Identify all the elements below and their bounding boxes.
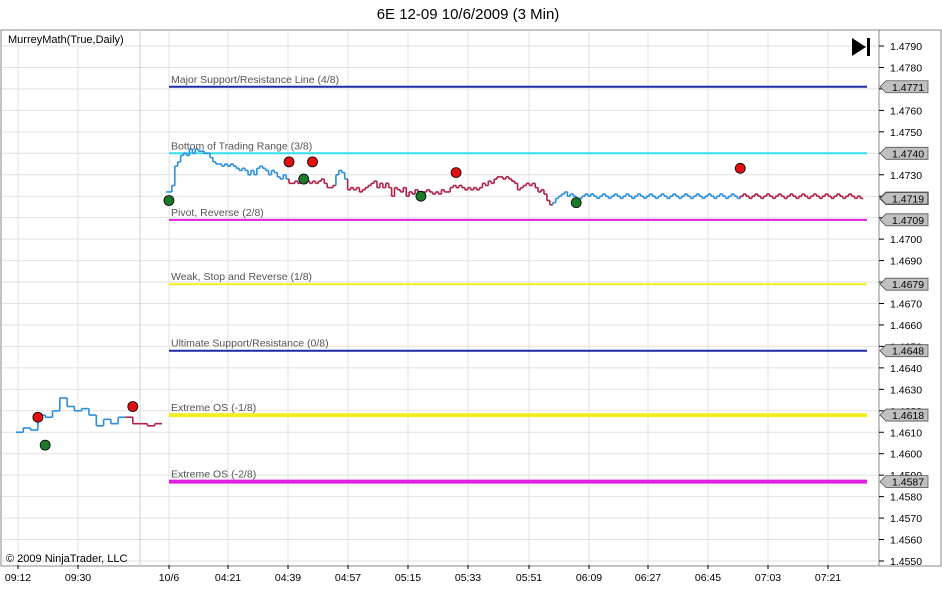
level-label: Pivot, Reverse (2/8) [171,207,264,219]
buy-signal-marker [39,439,51,451]
y-tick-label: 1.4790 [890,41,922,53]
x-tick-label: 06:45 [695,572,721,584]
sell-signal-marker [307,156,318,168]
x-tick-label: 06:27 [635,572,661,584]
y-tick-label: 1.4580 [890,492,922,504]
x-tick-label: 04:21 [215,572,241,584]
y-tick-label: 1.4750 [890,127,922,139]
x-tick-label: 07:21 [815,572,841,584]
chart-window: 6E 12-09 10/6/2009 (3 Min) Major Support… [0,0,942,608]
level-label: Weak, Stop and Reverse (1/8) [171,271,312,283]
buy-signal-marker [570,197,582,209]
x-tick-label: 09:30 [65,572,91,584]
price-tag-label: 1.4771 [892,82,924,94]
y-tick-label: 1.4700 [890,234,922,246]
buy-signal-marker [415,190,427,202]
price-tag-label: 1.4648 [892,346,924,358]
y-tick-label: 1.4550 [890,556,922,568]
x-tick-label: 04:57 [335,572,361,584]
price-tag-label: 1.4719 [892,193,924,205]
y-tick-label: 1.4570 [890,513,922,525]
level-label: Major Support/Resistance Line (4/8) [171,74,339,86]
y-tick-label: 1.4780 [890,62,922,74]
sell-signal-marker [450,167,462,179]
y-tick-label: 1.4690 [890,256,922,268]
x-tick-label: 10/6 [159,572,180,584]
level-label: Extreme OS (-1/8) [171,402,256,414]
y-tick-label: 1.4640 [890,363,922,375]
sell-signal-marker [283,156,295,168]
y-tick-label: 1.4730 [890,170,922,182]
chart-title: 6E 12-09 10/6/2009 (3 Min) [377,6,560,23]
x-tick-label: 05:33 [455,572,481,584]
y-tick-label: 1.4610 [890,427,922,439]
y-tick-label: 1.4660 [890,320,922,332]
y-tick-label: 1.4670 [890,299,922,311]
level-label: Ultimate Support/Resistance (0/8) [171,338,329,350]
go-to-end-icon[interactable] [848,36,874,58]
price-tag-label: 1.4709 [892,215,924,227]
y-tick-label: 1.4760 [890,105,922,117]
sell-signal-marker [32,411,44,423]
sell-signal-marker [127,401,139,412]
x-tick-label: 05:15 [395,572,421,584]
y-tick-label: 1.4560 [890,535,922,547]
price-tag-label: 1.4679 [892,279,924,291]
x-tick-label: 04:39 [275,572,301,584]
chart-svg: 6E 12-09 10/6/2009 (3 Min) Major Support… [0,0,942,608]
buy-signal-marker [298,173,310,185]
price-tag-label: 1.4587 [892,477,924,489]
price-tag-label: 1.4740 [892,148,924,160]
copyright-text: © 2009 NinjaTrader, LLC [6,553,127,565]
price-tag-label: 1.4618 [892,410,924,422]
y-tick-label: 1.4630 [890,384,922,396]
y-tick-label: 1.4600 [890,449,922,461]
indicator-label: MurreyMath(True,Daily) [8,34,124,46]
x-tick-label: 05:51 [516,572,542,584]
buy-signal-marker [163,195,175,206]
x-tick-label: 06:09 [576,572,602,584]
sell-signal-marker [734,162,746,174]
x-tick-label: 07:03 [755,572,781,584]
x-tick-label: 09:12 [5,572,31,584]
level-label: Extreme OS (-2/8) [171,469,256,481]
